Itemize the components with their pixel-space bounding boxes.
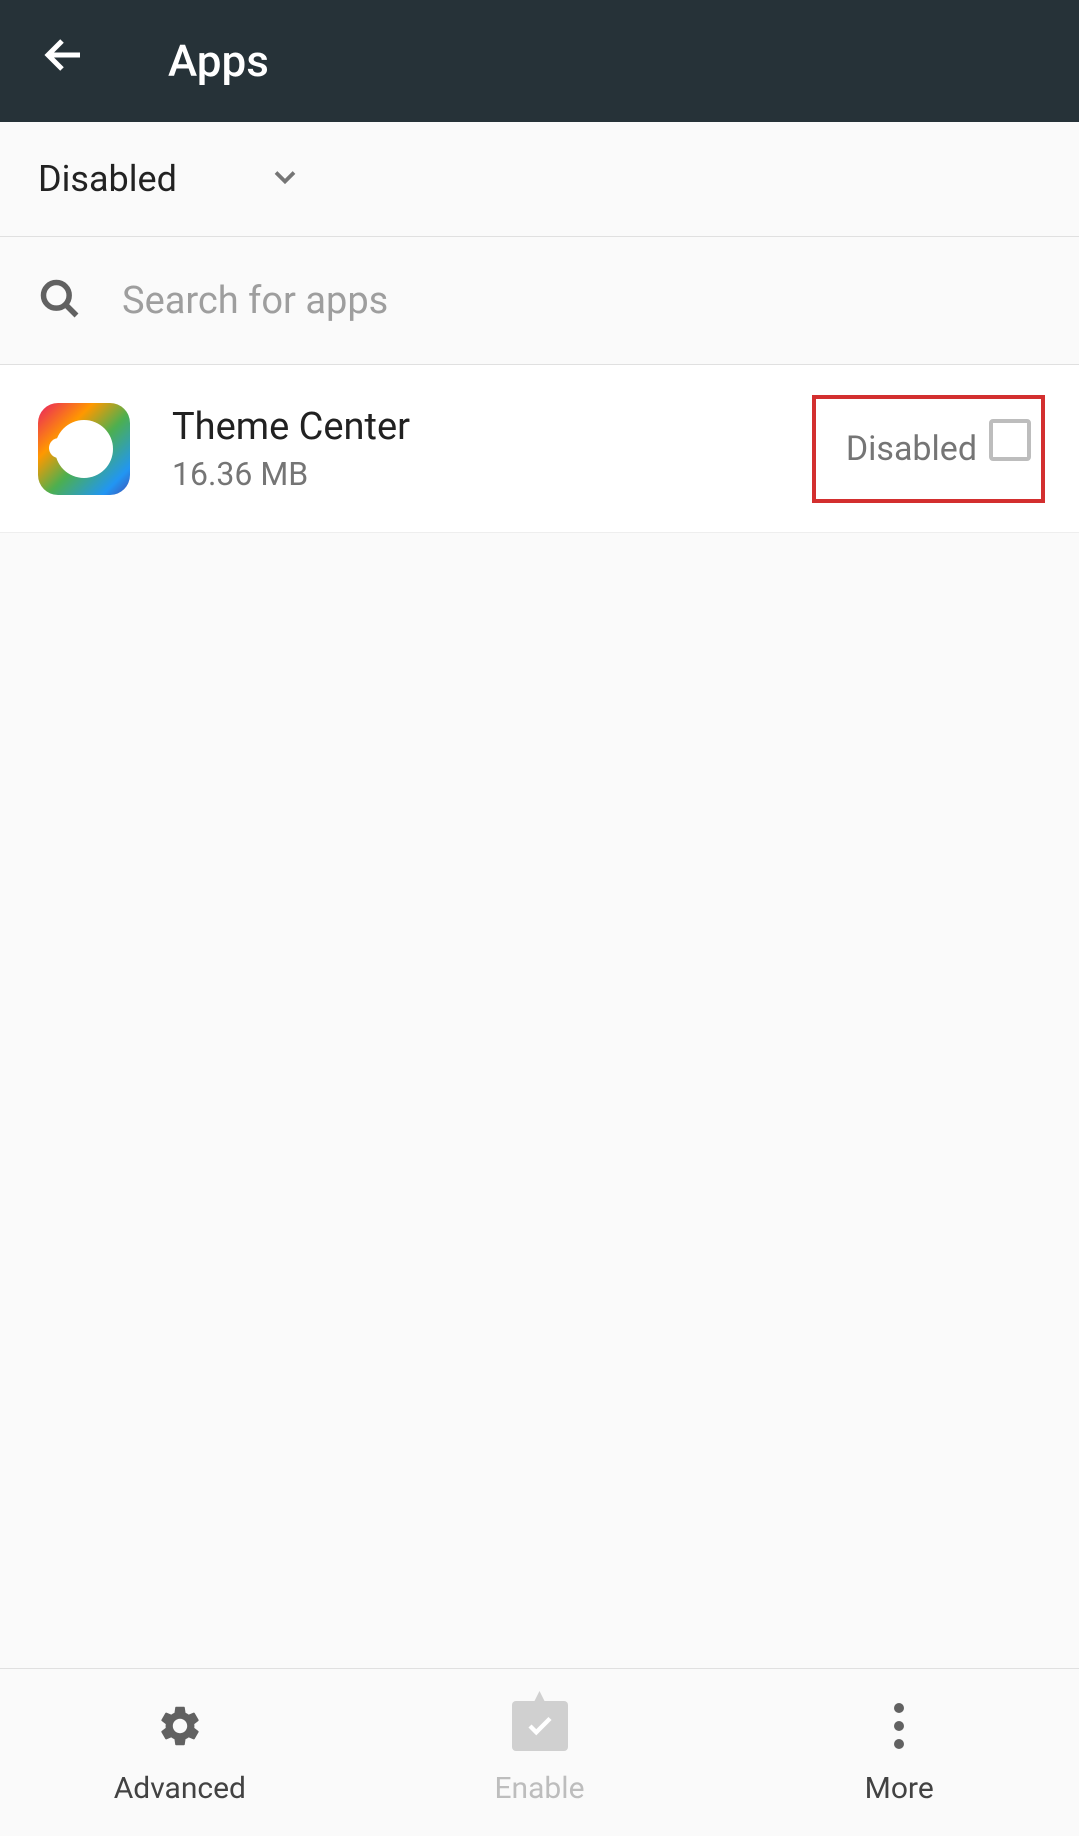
content-spacer xyxy=(0,533,1079,1668)
back-arrow-icon[interactable] xyxy=(40,31,88,91)
search-icon xyxy=(38,277,82,325)
more-label: More xyxy=(865,1771,934,1806)
bottom-navigation: Advanced Enable More xyxy=(0,1668,1079,1836)
more-dots-icon xyxy=(894,1699,904,1753)
search-bar[interactable] xyxy=(0,237,1079,365)
app-header: Apps xyxy=(0,0,1079,122)
more-button[interactable]: More xyxy=(719,1669,1079,1836)
app-list-item[interactable]: Theme Center 16.36 MB Disabled xyxy=(0,365,1079,533)
status-container: Disabled xyxy=(812,395,1045,503)
filter-selected-label: Disabled xyxy=(38,158,177,200)
app-checkbox[interactable] xyxy=(989,419,1031,461)
app-icon xyxy=(38,403,130,495)
enable-icon xyxy=(512,1699,568,1753)
search-input[interactable] xyxy=(122,279,1041,323)
status-text: Disabled xyxy=(846,429,977,469)
filter-dropdown[interactable]: Disabled xyxy=(0,122,1079,237)
gear-icon xyxy=(156,1699,204,1753)
enable-label: Enable xyxy=(495,1771,585,1806)
page-title: Apps xyxy=(168,35,269,87)
advanced-button[interactable]: Advanced xyxy=(0,1669,360,1836)
chevron-down-icon xyxy=(267,159,303,199)
advanced-label: Advanced xyxy=(114,1771,246,1806)
enable-button[interactable]: Enable xyxy=(360,1669,720,1836)
